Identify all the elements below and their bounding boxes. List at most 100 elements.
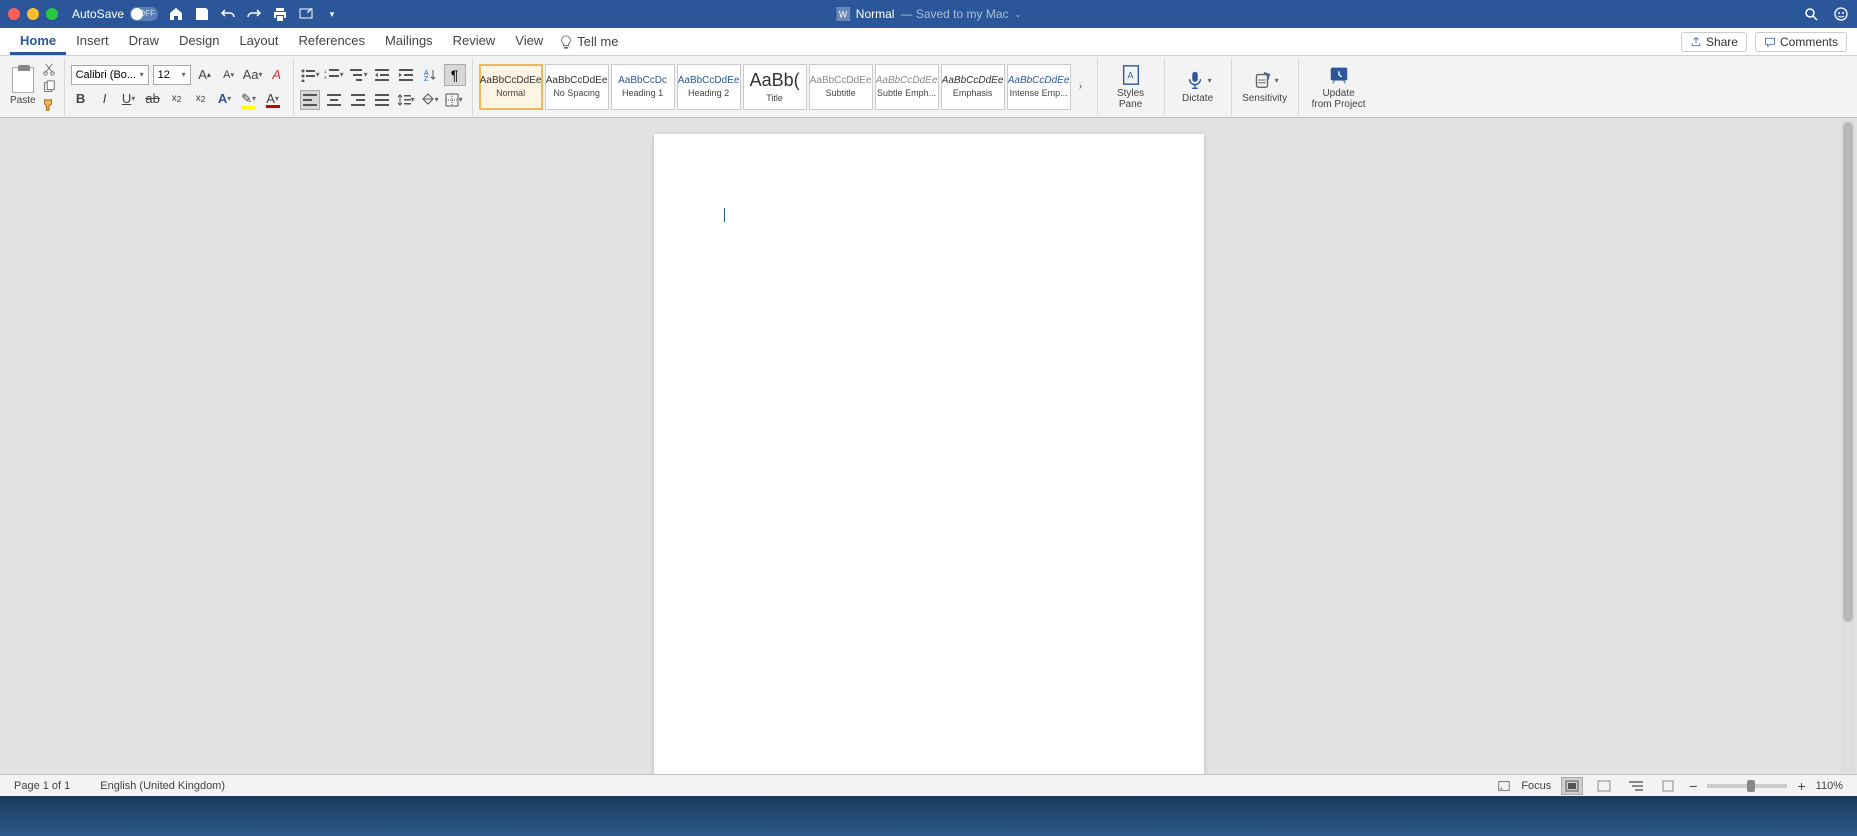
- styles-pane-button[interactable]: A Styles Pane: [1104, 64, 1158, 110]
- dictate-button[interactable]: ▾ Dictate: [1171, 69, 1225, 104]
- tab-review[interactable]: Review: [443, 28, 506, 55]
- print-layout-view[interactable]: [1561, 777, 1583, 795]
- outline-view[interactable]: [1625, 777, 1647, 795]
- undo-icon[interactable]: [220, 6, 236, 22]
- page[interactable]: [654, 134, 1204, 774]
- tab-mailings[interactable]: Mailings: [375, 28, 443, 55]
- superscript-button[interactable]: x2: [191, 89, 211, 109]
- group-clipboard: Paste: [4, 58, 65, 115]
- align-left-button[interactable]: [300, 90, 320, 110]
- share-button[interactable]: Share: [1681, 32, 1747, 52]
- tell-me[interactable]: Tell me: [559, 34, 618, 49]
- group-paragraph: ▾ 12▾ ▾ AZ ¶ ▾ ▾ ▾: [294, 58, 473, 115]
- language[interactable]: English (United Kingdom): [100, 780, 225, 792]
- paste-button[interactable]: Paste: [10, 67, 36, 106]
- autosave-switch[interactable]: OFF: [130, 7, 158, 21]
- save-icon[interactable]: [194, 6, 210, 22]
- document-title[interactable]: W Normal — Saved to my Mac ⌄: [836, 7, 1021, 21]
- font-grow-button[interactable]: A▴: [195, 65, 215, 85]
- show-marks-button[interactable]: ¶: [444, 64, 466, 86]
- close-window[interactable]: [8, 8, 20, 20]
- doc-dropdown-icon[interactable]: ⌄: [1015, 10, 1022, 19]
- zoom-in[interactable]: +: [1797, 778, 1805, 794]
- home-icon[interactable]: [168, 6, 184, 22]
- format-painter-button[interactable]: [40, 97, 58, 113]
- style-emphasis[interactable]: AaBbCcDdEeEmphasis: [941, 64, 1005, 110]
- tab-design[interactable]: Design: [169, 28, 229, 55]
- zoom-slider[interactable]: [1707, 784, 1787, 788]
- comments-button[interactable]: Comments: [1755, 32, 1847, 52]
- increase-indent-button[interactable]: [396, 65, 416, 85]
- zoom-thumb[interactable]: [1747, 780, 1755, 792]
- bold-button[interactable]: B: [71, 89, 91, 109]
- borders-button[interactable]: ▾: [444, 90, 464, 110]
- quick-edit-icon[interactable]: [298, 6, 314, 22]
- macros-icon[interactable]: [1497, 779, 1511, 793]
- style-heading-1[interactable]: AaBbCcDcHeading 1: [611, 64, 675, 110]
- tab-references[interactable]: References: [289, 28, 375, 55]
- maximize-window[interactable]: [46, 8, 58, 20]
- redo-icon[interactable]: [246, 6, 262, 22]
- change-case-button[interactable]: Aa ▾: [243, 65, 263, 85]
- update-from-project-button[interactable]: Update from Project: [1305, 64, 1373, 110]
- document-canvas[interactable]: [0, 118, 1857, 774]
- sensitivity-icon: [1251, 69, 1273, 91]
- align-right-button[interactable]: [348, 90, 368, 110]
- sort-button[interactable]: AZ: [420, 65, 440, 85]
- font-shrink-button[interactable]: A▾: [219, 65, 239, 85]
- style-no-spacing[interactable]: AaBbCcDdEeNo Spacing: [545, 64, 609, 110]
- multilevel-list-button[interactable]: ▾: [348, 65, 368, 85]
- text-effects-button[interactable]: A ▾: [215, 89, 235, 109]
- style-heading-2[interactable]: AaBbCcDdEeHeading 2: [677, 64, 741, 110]
- tab-home[interactable]: Home: [10, 28, 66, 55]
- font-size-select[interactable]: 12▾: [153, 65, 191, 85]
- font-name-select[interactable]: Calibri (Bo...▾: [71, 65, 149, 85]
- sensitivity-button[interactable]: ▾ Sensitivity: [1238, 69, 1292, 104]
- zoom-out[interactable]: −: [1689, 778, 1697, 794]
- group-sensitivity: ▾ Sensitivity: [1232, 58, 1299, 115]
- numbering-button[interactable]: 12▾: [324, 65, 344, 85]
- feedback-icon[interactable]: [1833, 6, 1849, 22]
- ribbon: Paste Calibri (Bo...▾ 12▾ A▴ A▾ Aa ▾ A B…: [0, 56, 1857, 118]
- qat-more-icon[interactable]: ▾: [324, 6, 340, 22]
- search-icon[interactable]: [1803, 6, 1819, 22]
- copy-button[interactable]: [40, 79, 58, 95]
- line-spacing-button[interactable]: ▾: [396, 90, 416, 110]
- subscript-button[interactable]: x2: [167, 89, 187, 109]
- italic-button[interactable]: I: [95, 89, 115, 109]
- tab-insert[interactable]: Insert: [66, 28, 119, 55]
- shading-button[interactable]: ▾: [420, 90, 440, 110]
- style-preview: AaBbCcDdEe: [1008, 75, 1070, 86]
- vertical-scrollbar[interactable]: [1841, 120, 1855, 772]
- chevron-down-icon: ▾: [140, 70, 144, 79]
- cut-button[interactable]: [40, 61, 58, 77]
- minimize-window[interactable]: [27, 8, 39, 20]
- style-subtle-emph-[interactable]: AaBbCcDdEeSubtle Emph...: [875, 64, 939, 110]
- autosave-toggle[interactable]: AutoSave OFF: [72, 7, 158, 21]
- justify-button[interactable]: [372, 90, 392, 110]
- print-icon[interactable]: [272, 6, 288, 22]
- strikethrough-button[interactable]: ab: [143, 89, 163, 109]
- tab-layout[interactable]: Layout: [229, 28, 288, 55]
- web-layout-view[interactable]: [1593, 777, 1615, 795]
- decrease-indent-button[interactable]: [372, 65, 392, 85]
- scrollbar-thumb[interactable]: [1843, 122, 1853, 622]
- tab-draw[interactable]: Draw: [119, 28, 169, 55]
- zoom-level[interactable]: 110%: [1816, 780, 1843, 792]
- style-intense-emp-[interactable]: AaBbCcDdEeIntense Emp...: [1007, 64, 1071, 110]
- style-normal[interactable]: AaBbCcDdEeNormal: [479, 64, 543, 110]
- page-count[interactable]: Page 1 of 1: [14, 780, 70, 792]
- tab-view[interactable]: View: [505, 28, 553, 55]
- style-title[interactable]: AaBb(Title: [743, 64, 807, 110]
- draft-view[interactable]: [1657, 777, 1679, 795]
- font-color-button[interactable]: A ▾: [263, 89, 283, 109]
- bullets-button[interactable]: ▾: [300, 65, 320, 85]
- clear-formatting-button[interactable]: A: [267, 65, 287, 85]
- styles-more-icon[interactable]: ›: [1071, 77, 1091, 97]
- styles-pane-icon: A: [1120, 64, 1142, 86]
- align-center-button[interactable]: [324, 90, 344, 110]
- highlight-button[interactable]: ✎ ▾: [239, 89, 259, 109]
- underline-button[interactable]: U ▾: [119, 89, 139, 109]
- focus-mode[interactable]: Focus: [1521, 780, 1551, 792]
- style-subtitle[interactable]: AaBbCcDdEeSubtitle: [809, 64, 873, 110]
